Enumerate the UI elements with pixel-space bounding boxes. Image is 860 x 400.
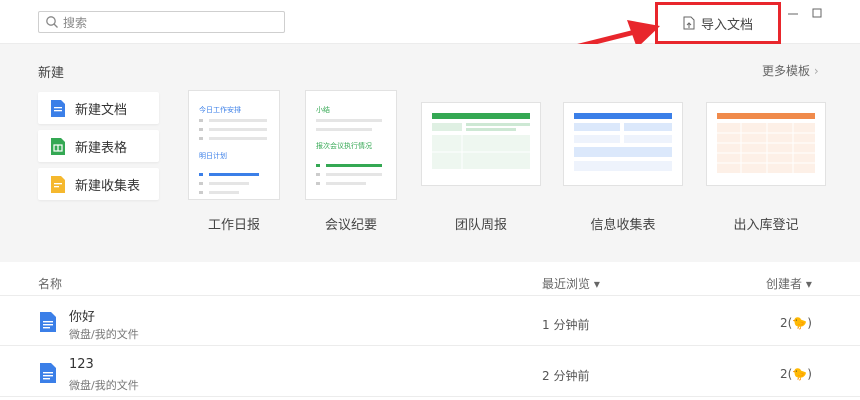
file-name: 你好 — [69, 310, 96, 325]
template-label: 团队周报 — [454, 218, 507, 233]
chevron-right-icon: › — [813, 64, 819, 78]
search-box[interactable]: 搜索 — [38, 11, 285, 33]
template-daily-report[interactable]: 今日工作安排 明日计划 — [188, 90, 280, 200]
template-stock-register[interactable] — [706, 102, 826, 186]
template-label: 工作日报 — [207, 218, 260, 233]
spreadsheet-icon — [51, 137, 65, 155]
file-name: 123 — [69, 357, 94, 372]
column-name: 名称 — [38, 277, 63, 291]
document-icon — [51, 99, 65, 117]
new-sheet-button[interactable]: 新建表格 — [38, 130, 159, 162]
template-meeting-minutes[interactable]: 小结 报次会议执行情况 — [305, 90, 397, 200]
new-document-button[interactable]: 新建文档 — [38, 92, 159, 124]
title-bar: 搜索 导入文档 — [0, 0, 860, 79]
more-templates-link[interactable]: 更多模板 › — [762, 62, 819, 79]
new-section-title: 新建 — [38, 66, 65, 81]
new-form-button[interactable]: 新建收集表 — [38, 168, 159, 200]
column-creator-sort[interactable]: 创建者 ▾ — [766, 275, 812, 292]
template-team-weekly[interactable] — [421, 102, 541, 186]
file-recent-time: 1 分钟前 — [542, 318, 590, 332]
template-label: 会议纪要 — [324, 218, 377, 233]
file-creator: 2(🐤) — [780, 367, 812, 381]
document-icon — [40, 312, 56, 332]
import-document-button[interactable]: 导入文档 — [655, 2, 781, 44]
search-input[interactable]: 搜索 — [63, 14, 87, 31]
document-icon — [40, 363, 56, 383]
file-path: 微盘/我的文件 — [69, 328, 139, 341]
file-row[interactable]: 你好 微盘/我的文件 1 分钟前 2(🐤) — [0, 296, 860, 346]
minimize-button[interactable] — [786, 6, 800, 20]
import-label: 导入文档 — [700, 17, 753, 33]
template-label: 出入库登记 — [733, 218, 799, 233]
file-list-header: 名称 最近浏览 ▾ 创建者 ▾ — [0, 262, 860, 296]
column-recent-sort[interactable]: 最近浏览 ▾ — [542, 275, 600, 292]
file-path: 微盘/我的文件 — [69, 379, 139, 392]
import-file-icon — [683, 16, 695, 30]
new-panel: 新建 更多模板 › 新建文档 新建表格 新建收集表 今日工作安排 明日计划 工作… — [0, 44, 860, 262]
search-icon — [45, 15, 59, 29]
template-info-collect[interactable] — [563, 102, 683, 186]
template-label: 信息收集表 — [590, 218, 656, 233]
file-creator: 2(🐤) — [780, 316, 812, 330]
maximize-button[interactable] — [810, 6, 824, 20]
file-recent-time: 2 分钟前 — [542, 369, 590, 383]
file-row[interactable]: 123 微盘/我的文件 2 分钟前 2(🐤) — [0, 347, 860, 397]
form-icon — [51, 175, 65, 193]
